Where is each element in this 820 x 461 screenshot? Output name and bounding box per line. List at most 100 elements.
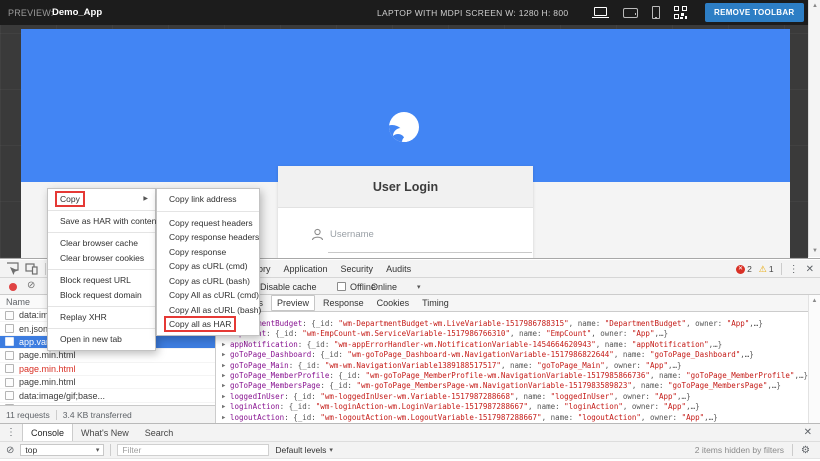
request-tab-response[interactable]: Response [318,296,369,310]
request-tab-timing[interactable]: Timing [417,296,454,310]
preview-object-line[interactable]: ▶loggedInUser: {_id: "wm-loggedInUser-wm… [222,392,808,402]
menu-item-label: Clear browser cache [60,238,138,248]
property-name: goToPage_Main [230,361,289,370]
network-request-row[interactable]: page.min.html [0,376,215,389]
property-preview: : {_id: "wm-DepartmentBudget-wm.LiveVari… [302,319,763,328]
menu-item-label: Replay XHR [60,312,107,322]
preview-object-line[interactable]: ▶goToPage_MemberProfile: {_id: "wm-goToP… [222,371,808,381]
image-file-icon [5,391,14,400]
menu-item-copy-request-headers[interactable]: Copy request headers [157,216,259,231]
record-network-icon[interactable] [9,283,17,291]
preview-object-line[interactable]: ▶logoutAction: {_id: "wm-logoutAction-wm… [222,413,808,423]
menu-item-save-as-har-with-content[interactable]: Save as HAR with content [48,214,155,229]
copy-submenu: Copy link addressCopy request headersCop… [156,188,260,336]
warning-badge[interactable]: ⚠ 1 [759,264,774,275]
menu-item-copy[interactable]: Copy▶ [48,192,155,207]
expand-icon[interactable]: ▶ [222,403,230,412]
page-scrollbar[interactable]: ▲ ▼ [808,0,820,257]
menu-item-label: Copy response [169,247,226,257]
laptop-icon[interactable] [592,7,609,18]
menu-item-block-request-url[interactable]: Block request URL [48,273,155,288]
drawer-tab-search[interactable]: Search [137,424,182,442]
menu-item-copy-as-curl-bash[interactable]: Copy as cURL (bash) [157,274,259,289]
image-file-icon [5,311,14,320]
request-name: page.min.html [19,350,76,360]
menu-item-copy-response[interactable]: Copy response [157,245,259,260]
property-preview: : {_id: "wm-appErrorHandler-wm.Notificat… [298,340,722,349]
phone-icon[interactable] [652,6,660,19]
tablet-icon[interactable] [623,8,638,18]
expand-icon[interactable]: ▶ [222,351,230,360]
expand-icon[interactable]: ▶ [222,372,230,381]
expand-icon[interactable]: ▶ [222,393,230,402]
clear-console-icon[interactable]: ⊘ [6,445,14,456]
preview-object-line[interactable]: ▶goToPage_MembersPage: {_id: "wm-goToPag… [222,381,808,391]
property-name: logoutAction [230,413,284,422]
expand-icon[interactable]: ▶ [222,382,230,391]
console-filter-input[interactable] [117,444,269,456]
close-drawer-icon[interactable]: ✕ [804,427,812,438]
request-tab-preview[interactable]: Preview [271,295,315,311]
menu-item-copy-all-as-curl-bash[interactable]: Copy All as cURL (bash) [157,303,259,318]
preview-object-line[interactable]: ▶loginAction: {_id: "wm-loginAction-wm.L… [222,402,808,412]
request-name: page.min.html [19,377,76,387]
preview-object-line[interactable]: ▶goToPage_Main: {_id: "wm-wm.NavigationV… [222,361,808,371]
file-icon [5,378,14,387]
preview-object-line[interactable]: ▶appNotification: {_id: "wm-appErrorHand… [222,340,808,350]
tab-security[interactable]: Security [341,264,374,274]
menu-item-block-request-domain[interactable]: Block request domain [48,288,155,303]
network-request-row[interactable]: page.min.html [0,363,215,376]
log-levels-dropdown[interactable]: Default levels ▾ [275,445,333,455]
preview-object-line[interactable]: ▶EmpCount: {_id: "wm-EmpCount-wm.Service… [222,329,808,339]
preview-object-line[interactable]: ▶goToPage_Dashboard: {_id: "wm-goToPage_… [222,350,808,360]
execution-context-select[interactable]: top ▾ [20,444,104,456]
clear-network-icon[interactable]: ⊘ [27,280,35,291]
menu-item-label: Copy [58,194,82,204]
drawer-menu-icon[interactable]: ⋮ [6,427,16,438]
more-options-icon[interactable]: ⋮ [789,264,799,275]
preview-toolbar: PREVIEW: Demo_App LAPTOP WITH MDPI SCREE… [0,0,808,25]
error-badge[interactable]: ✕ 2 [736,264,752,274]
menu-item-copy-as-curl-cmd[interactable]: Copy as cURL (cmd) [157,259,259,274]
username-field[interactable]: Username [330,229,374,240]
console-settings-gear-icon[interactable]: ⚙ [801,445,810,456]
drawer-tab-what-s-new[interactable]: What's New [73,424,137,442]
file-icon [5,337,14,346]
menu-item-clear-browser-cache[interactable]: Clear browser cache [48,236,155,251]
checkbox-icon[interactable] [337,282,346,291]
network-request-row[interactable]: page.min.html [0,349,215,362]
network-context-menu: Copy▶ Save as HAR with content Clear brows… [47,188,156,351]
expand-icon[interactable]: ▶ [222,362,230,371]
request-detail-tabs: HeadersPreviewResponseCookiesTiming [216,295,808,312]
preview-object-line[interactable]: ▶DepartmentBudget: {_id: "wm-DepartmentB… [222,319,808,329]
network-summary-bar: 11 requests 3.4 KB transferred [0,405,215,423]
menu-item-open-in-new-tab[interactable]: Open in new tab [48,332,155,347]
transferred-size: 3.4 KB transferred [63,410,132,420]
menu-separator [48,269,155,270]
expand-icon[interactable]: ▶ [222,414,230,423]
menu-item-copy-response-headers[interactable]: Copy response headers [157,230,259,245]
scroll-up-icon[interactable]: ▲ [809,296,820,307]
remove-toolbar-button[interactable]: REMOVE TOOLBAR [705,3,804,22]
menu-item-copy-all-as-curl-cmd[interactable]: Copy All as cURL (cmd) [157,288,259,303]
expand-icon[interactable]: ▶ [222,341,230,350]
qr-code-icon[interactable] [674,6,687,19]
device-toolbar-icon[interactable] [25,262,38,275]
menu-item-clear-browser-cookies[interactable]: Clear browser cookies [48,251,155,266]
requests-count: 11 requests [6,410,50,420]
drawer-tab-console[interactable]: Console [22,424,73,442]
inspect-element-icon[interactable] [6,262,19,275]
menu-item-label: Block request domain [60,290,142,300]
close-devtools-icon[interactable]: ✕ [806,264,814,275]
tab-application[interactable]: Application [284,264,328,274]
scroll-up-icon[interactable]: ▲ [809,0,820,12]
network-request-row[interactable]: data:image/gif;base... [0,389,215,402]
throttling-dropdown[interactable]: Online ▾ [371,278,421,295]
menu-separator [48,306,155,307]
menu-item-replay-xhr[interactable]: Replay XHR [48,310,155,325]
tab-audits[interactable]: Audits [386,264,411,274]
menu-item-copy-all-as-har[interactable]: Copy all as HAR [157,317,259,332]
menu-item-copy-link-address[interactable]: Copy link address [157,192,259,207]
request-tab-cookies[interactable]: Cookies [372,296,415,310]
scroll-down-icon[interactable]: ▼ [809,245,820,257]
